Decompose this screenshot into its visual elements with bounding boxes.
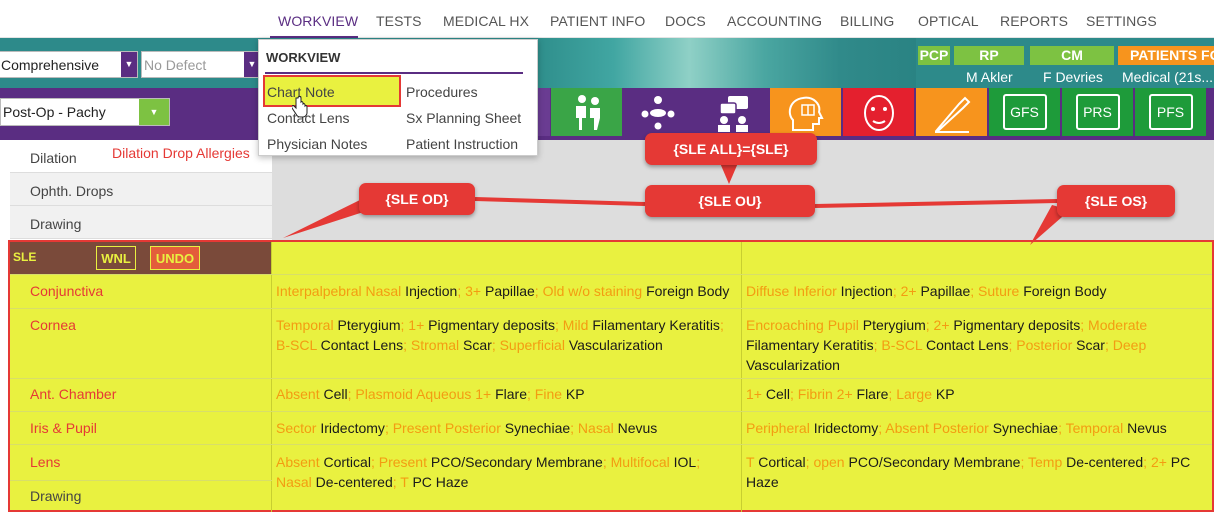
annotation-overlay	[283, 163, 1070, 245]
arrow-ou-os	[814, 199, 1058, 208]
callout-sle-all: {SLE ALL}={SLE}	[645, 133, 817, 165]
arrow-all-pointer	[720, 163, 738, 184]
callout-sle-ou: {SLE OU}	[645, 185, 815, 217]
arrow-od-ou	[474, 197, 646, 206]
callout-sle-os: {SLE OS}	[1057, 185, 1175, 217]
callout-sle-od: {SLE OD}	[359, 183, 475, 215]
